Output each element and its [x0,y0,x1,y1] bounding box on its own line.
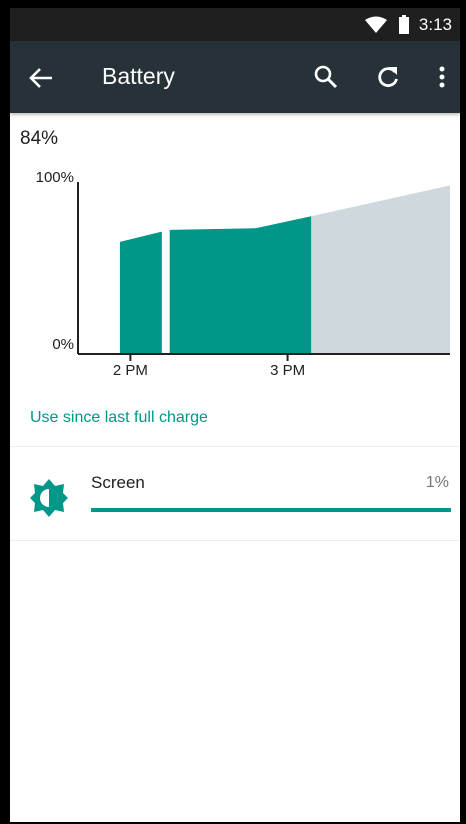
app-bar: Battery [10,41,460,113]
refresh-icon[interactable] [374,63,402,91]
x-tick-label-1: 2 PM [113,362,148,379]
usage-area-segment-2 [169,216,312,353]
wifi-icon [365,16,387,33]
usage-progress-bar [91,508,451,512]
usage-item-screen[interactable]: Screen 1% [10,447,460,540]
projection-area [311,185,450,353]
use-since-full-charge-link[interactable]: Use since last full charge [30,409,208,427]
y-tick-label-100: 100% [36,169,74,186]
more-vert-icon[interactable] [428,63,456,91]
usage-area-segment-1 [119,231,162,353]
usage-item-label: Screen [91,473,145,492]
x-tick-label-2: 3 PM [270,362,305,379]
status-bar: 3:13 [10,8,460,41]
battery-history-chart: 100% 0% 2 PM 3 PM [36,169,450,379]
battery-level: 84% [20,128,59,149]
brightness-icon [30,479,68,517]
search-icon[interactable] [312,63,340,91]
status-time: 3:13 [418,15,452,34]
y-tick-label-0: 0% [52,336,74,353]
divider [10,540,460,541]
usage-progress-fill [91,508,451,512]
device-screen: 3:13 Battery 84% 100% 0% 2 PM 3 PM Use sinc… [10,8,460,822]
usage-item-percent: 1% [425,474,449,491]
back-arrow-icon[interactable] [28,65,54,91]
page-title: Battery [102,63,175,89]
battery-icon [399,15,409,34]
